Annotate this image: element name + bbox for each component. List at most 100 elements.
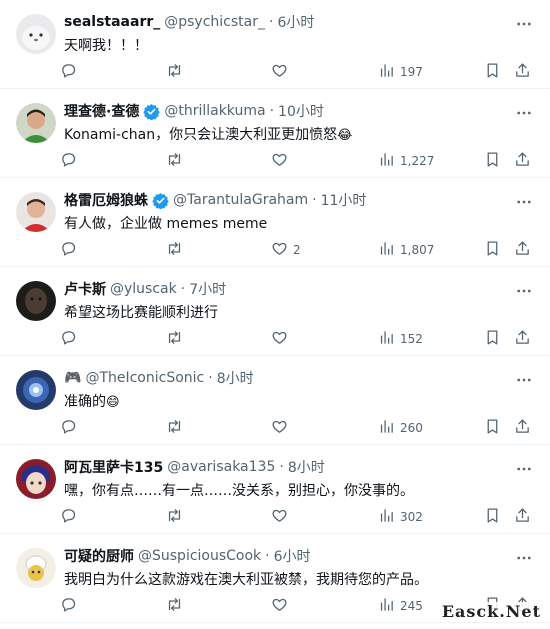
display-name[interactable]: 可疑的厨师 [64, 546, 134, 566]
views-button[interactable]: 245 [378, 595, 423, 617]
user-handle[interactable]: @TheIconicSonic [85, 370, 204, 386]
tweet-actions: 2 1,807 [60, 239, 536, 261]
views-button[interactable]: 302 [378, 506, 423, 528]
bookmark-button[interactable] [484, 150, 501, 172]
timestamp[interactable]: 6小时 [277, 12, 314, 32]
tweet-reply[interactable]: 卢卡斯 @yluscak · 7小时 希望这场比赛能顺利进行 152 [0, 267, 550, 356]
display-name[interactable]: 🎮 [64, 370, 81, 386]
display-name[interactable]: sealstaaarr_ [64, 14, 160, 30]
heart-icon [271, 151, 288, 171]
bookmark-icon [484, 151, 501, 171]
tweet-actions: 152 [60, 328, 536, 350]
reply-button[interactable] [60, 239, 82, 261]
tweet-reply[interactable]: 阿瓦里萨卡135 @avarisaka135 · 8小时 嘿，你有点……有一点……没关系… [0, 445, 550, 534]
user-handle[interactable]: @yluscak [110, 281, 177, 297]
retweet-button[interactable] [166, 506, 188, 528]
bookmark-button[interactable] [484, 328, 501, 350]
views-button[interactable]: 1,227 [378, 150, 434, 172]
reply-button[interactable] [60, 417, 82, 439]
reply-icon [60, 329, 77, 349]
reply-button[interactable] [60, 506, 82, 528]
tweet-text: 嘿，你有点……有一点……没关系，别担心，你没事的。 [64, 481, 534, 501]
tweet-text-body: 准确的 [64, 394, 106, 410]
retweet-button[interactable] [166, 239, 188, 261]
verified-badge-icon [152, 192, 169, 209]
retweet-button[interactable] [166, 61, 188, 83]
bookmark-button[interactable] [484, 61, 501, 83]
avatar[interactable] [16, 370, 56, 410]
analytics-icon [378, 62, 395, 82]
like-button[interactable]: 2 [271, 239, 301, 261]
user-handle[interactable]: @psychicstar_ [164, 14, 265, 30]
views-button[interactable]: 152 [378, 328, 423, 350]
view-count: 302 [400, 510, 423, 524]
retweet-button[interactable] [166, 328, 188, 350]
tweet-text-body: Konami-chan，你只会让澳大利亚更加愤怒 [64, 127, 338, 143]
retweet-button[interactable] [166, 417, 188, 439]
bookmark-button[interactable] [484, 417, 501, 439]
bookmark-button[interactable] [484, 239, 501, 261]
views-button[interactable]: 260 [378, 417, 423, 439]
tweet-text-body: 天啊我！！！ [64, 38, 148, 54]
timestamp[interactable]: 7小时 [189, 279, 226, 299]
timestamp[interactable]: 10小时 [278, 101, 324, 121]
user-handle[interactable]: @avarisaka135 [167, 459, 275, 475]
timestamp[interactable]: 8小时 [217, 368, 254, 388]
share-button[interactable] [514, 328, 531, 350]
like-button[interactable] [271, 506, 293, 528]
heart-icon [271, 240, 288, 260]
share-button[interactable] [514, 417, 531, 439]
timestamp[interactable]: 6小时 [274, 546, 311, 566]
bookmark-button[interactable] [484, 506, 501, 528]
heart-icon [271, 507, 288, 527]
heart-icon [271, 596, 288, 616]
avatar[interactable] [16, 548, 56, 588]
reply-button[interactable] [60, 150, 82, 172]
separator-dot: · [265, 548, 270, 564]
views-button[interactable]: 197 [378, 61, 423, 83]
share-button[interactable] [514, 239, 531, 261]
reply-feed: sealstaaarr_ @psychicstar_ · 6小时 天啊我！！！ 197 理查… [0, 0, 550, 623]
views-button[interactable]: 1,807 [378, 239, 434, 261]
display-name[interactable]: 格雷厄姆狼蛛 [64, 190, 148, 210]
avatar[interactable] [16, 14, 56, 54]
timestamp[interactable]: 8小时 [288, 457, 325, 477]
heart-icon [271, 329, 288, 349]
like-button[interactable] [271, 150, 293, 172]
reply-button[interactable] [60, 61, 82, 83]
avatar[interactable] [16, 281, 56, 321]
retweet-icon [166, 418, 183, 438]
separator-dot: · [208, 370, 213, 386]
display-name[interactable]: 阿瓦里萨卡135 [64, 457, 163, 477]
tweet-reply[interactable]: 格雷厄姆狼蛛 @TarantulaGraham · 11小时 有人做，企业做 memes… [0, 178, 550, 267]
retweet-button[interactable] [166, 595, 188, 617]
tweet-reply[interactable]: 🎮 @TheIconicSonic · 8小时准确的😄 260 [0, 356, 550, 445]
avatar[interactable] [16, 192, 56, 232]
like-button[interactable] [271, 328, 293, 350]
analytics-icon [378, 596, 395, 616]
avatar[interactable] [16, 103, 56, 143]
user-handle[interactable]: @thrillakkuma [164, 103, 265, 119]
retweet-button[interactable] [166, 150, 188, 172]
tweet-reply[interactable]: 理查德·查德 @thrillakkuma · 10小时 Konami-chan，你只会让… [0, 89, 550, 178]
display-name[interactable]: 理查德·查德 [64, 101, 139, 121]
tweet-text: 准确的😄 [64, 392, 534, 413]
user-handle[interactable]: @SuspiciousCook [138, 548, 261, 564]
display-name[interactable]: 卢卡斯 [64, 279, 106, 299]
like-button[interactable] [271, 595, 293, 617]
heart-icon [271, 418, 288, 438]
share-button[interactable] [514, 150, 531, 172]
reply-button[interactable] [60, 328, 82, 350]
user-handle[interactable]: @TarantulaGraham [173, 192, 308, 208]
timestamp[interactable]: 11小时 [321, 190, 367, 210]
reply-icon [60, 151, 77, 171]
avatar[interactable] [16, 459, 56, 499]
reply-icon [60, 240, 77, 260]
tweet-reply[interactable]: sealstaaarr_ @psychicstar_ · 6小时 天啊我！！！ 197 [0, 0, 550, 89]
share-button[interactable] [514, 506, 531, 528]
like-button[interactable] [271, 61, 293, 83]
share-button[interactable] [514, 61, 531, 83]
like-button[interactable] [271, 417, 293, 439]
view-count: 245 [400, 599, 423, 613]
reply-button[interactable] [60, 595, 82, 617]
